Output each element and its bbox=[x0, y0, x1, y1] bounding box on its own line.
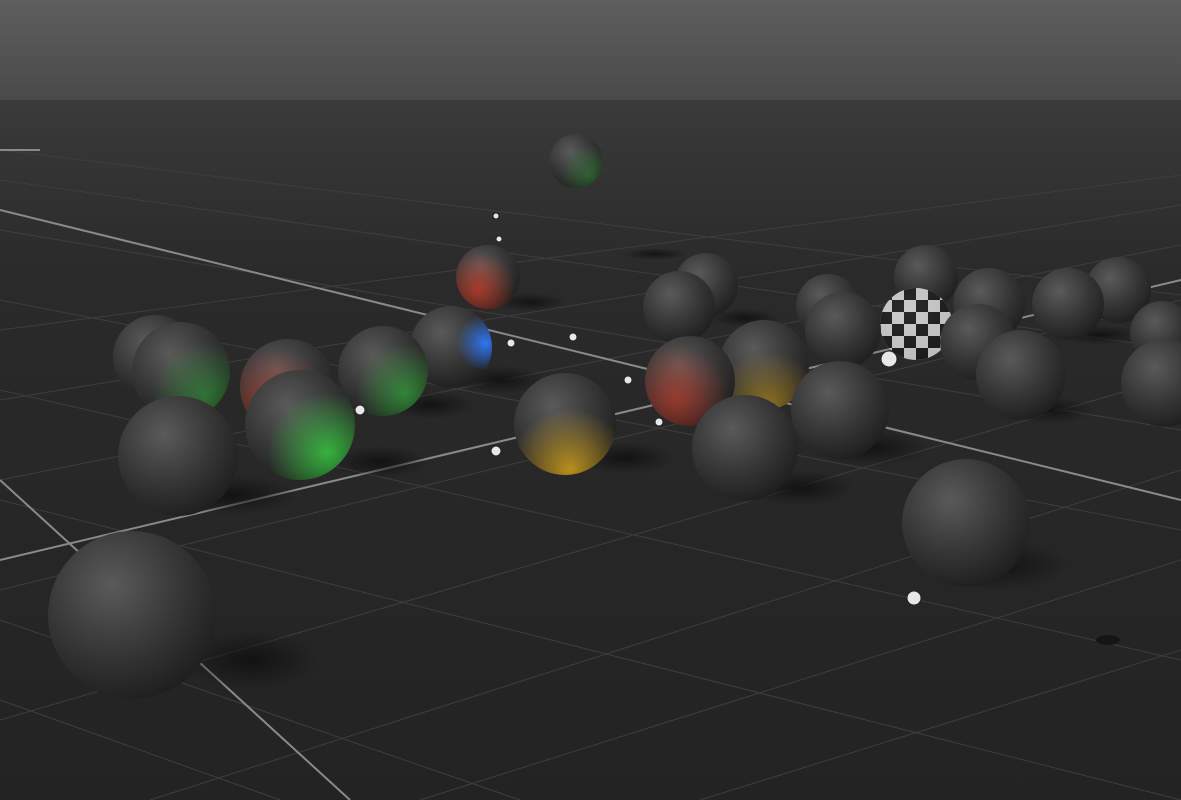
dark-sphere[interactable] bbox=[48, 531, 216, 699]
dark-sphere[interactable] bbox=[1032, 268, 1104, 340]
dark-sphere[interactable] bbox=[791, 361, 889, 459]
dark-sphere[interactable] bbox=[805, 292, 881, 368]
glowing-sphere-green[interactable] bbox=[245, 370, 355, 480]
dark-sphere[interactable] bbox=[976, 330, 1066, 420]
glowing-sphere-red[interactable] bbox=[456, 245, 520, 309]
glowing-sphere-green[interactable] bbox=[338, 326, 428, 416]
game-viewport[interactable] bbox=[0, 0, 1181, 800]
dark-sphere[interactable] bbox=[692, 395, 798, 501]
glowing-sphere-gold[interactable] bbox=[514, 373, 616, 475]
scene-canvas[interactable] bbox=[0, 0, 1181, 800]
dark-sphere[interactable] bbox=[643, 271, 715, 343]
dark-sphere[interactable] bbox=[118, 396, 238, 516]
dark-sphere[interactable] bbox=[902, 459, 1030, 587]
dark-sphere[interactable] bbox=[549, 134, 603, 188]
